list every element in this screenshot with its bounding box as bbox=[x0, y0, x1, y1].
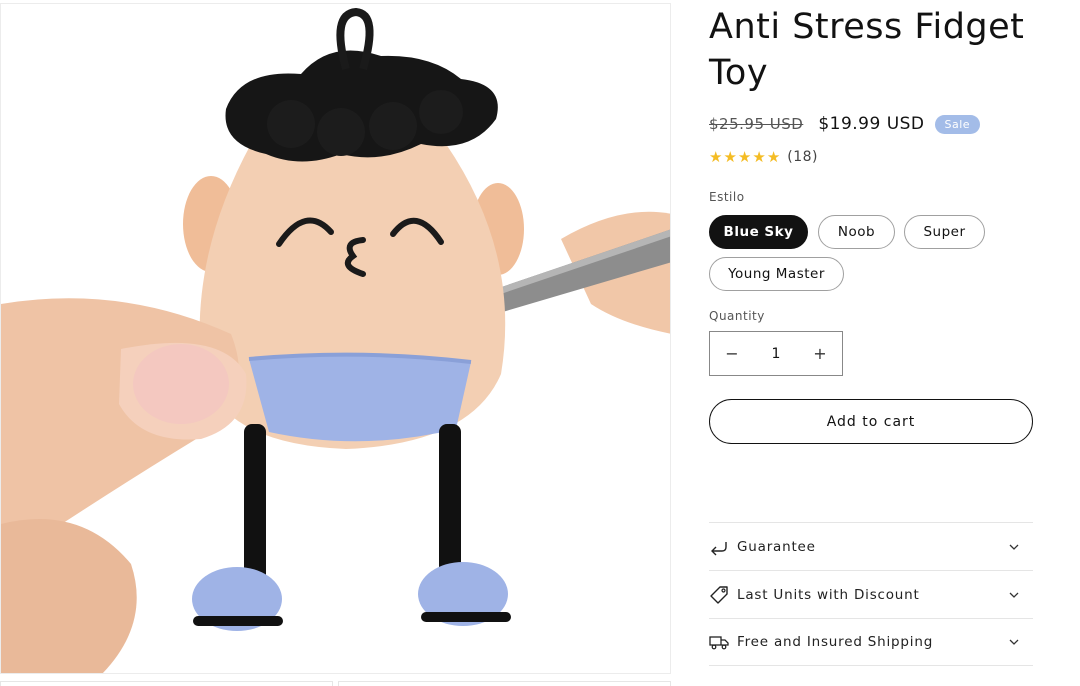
product-title: Anti Stress Fidget Toy bbox=[709, 7, 1025, 93]
price-sale: $19.99 USD bbox=[818, 114, 925, 134]
return-arrow-icon bbox=[709, 537, 729, 557]
accordion-last-units[interactable]: Last Units with Discount bbox=[709, 570, 1033, 618]
price-original: $25.95 USD bbox=[709, 115, 804, 133]
chevron-down-icon bbox=[1007, 588, 1021, 602]
star-icon: ★ bbox=[737, 148, 752, 166]
quantity-stepper: − 1 + bbox=[709, 331, 843, 376]
quantity-decrease-button[interactable]: − bbox=[710, 332, 754, 375]
accordion-guarantee[interactable]: Guarantee bbox=[709, 522, 1033, 570]
product-photo bbox=[1, 4, 670, 673]
variant-option-young-master[interactable]: Young Master bbox=[709, 257, 844, 291]
chevron-down-icon bbox=[1007, 635, 1021, 649]
add-to-cart-button[interactable]: Add to cart bbox=[709, 399, 1033, 444]
star-icon: ★ bbox=[709, 148, 723, 166]
thumbnail[interactable] bbox=[0, 681, 333, 686]
accordion-shipping[interactable]: Free and Insured Shipping bbox=[709, 618, 1033, 666]
quantity-input[interactable]: 1 bbox=[754, 346, 798, 362]
star-icon: ★ bbox=[766, 148, 781, 166]
rating-row[interactable]: ★ ★ ★ ★ ★ (18) bbox=[709, 149, 818, 165]
variant-option-noob[interactable]: Noob bbox=[818, 215, 895, 249]
accordion-label: Guarantee bbox=[737, 538, 816, 555]
quantity-label: Quantity bbox=[709, 309, 765, 323]
quantity-increase-button[interactable]: + bbox=[798, 332, 842, 375]
truck-icon bbox=[709, 632, 729, 652]
star-icon: ★ bbox=[752, 148, 766, 166]
variant-label: Estilo bbox=[709, 190, 745, 204]
review-count[interactable]: (18) bbox=[787, 149, 818, 165]
variant-option-blue-sky[interactable]: Blue Sky bbox=[709, 215, 808, 249]
accordion-label: Free and Insured Shipping bbox=[737, 634, 934, 650]
variant-option-super[interactable]: Super bbox=[904, 215, 985, 249]
sale-badge: Sale bbox=[934, 114, 981, 134]
star-rating: ★ ★ ★ ★ ★ bbox=[709, 149, 781, 165]
star-icon: ★ bbox=[723, 148, 737, 166]
chevron-down-icon bbox=[1007, 540, 1021, 554]
thumbnail[interactable] bbox=[338, 681, 671, 686]
thumbnail-strip bbox=[0, 681, 671, 686]
price-row: $25.95 USD $19.99 USD Sale bbox=[709, 114, 981, 134]
product-image[interactable] bbox=[0, 3, 671, 674]
accordion-label: Last Units with Discount bbox=[737, 586, 920, 603]
price-tag-icon bbox=[709, 585, 729, 605]
